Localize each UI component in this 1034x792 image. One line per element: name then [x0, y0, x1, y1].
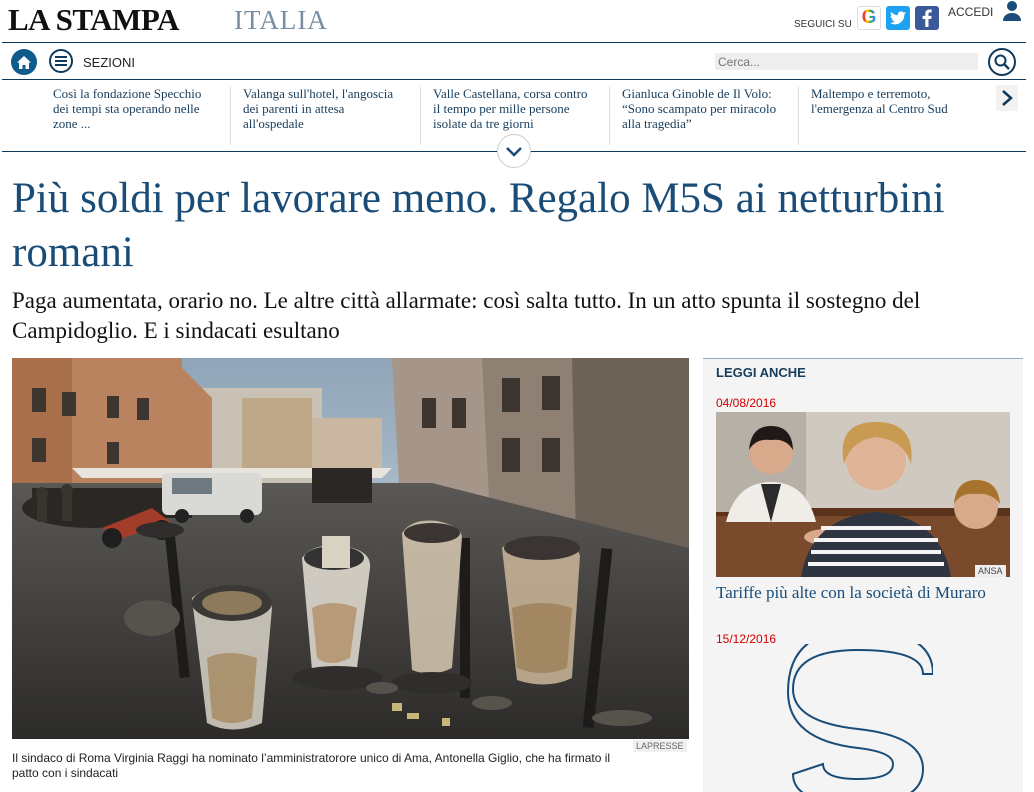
related-date: 04/08/2016: [716, 396, 777, 410]
ticker-item[interactable]: Valle Castellana, corsa contro il tempo …: [433, 86, 591, 131]
follow-label: SEGUICI SU: [794, 19, 852, 30]
site-logo[interactable]: LA STAMPA: [8, 2, 179, 38]
ticker-item[interactable]: Maltempo e terremoto, l'emergenza al Cen…: [811, 86, 981, 116]
photo-caption: Il sindaco di Roma Virginia Raggi ha nom…: [12, 751, 611, 780]
related-sidebar: LEGGI ANCHE 04/08/2016 ANSA Tariffe più …: [703, 358, 1023, 792]
search-icon: [994, 54, 1010, 70]
home-button[interactable]: [11, 49, 37, 75]
related-date: 15/12/2016: [716, 632, 777, 646]
ticker-divider: [230, 87, 231, 145]
hamburger-icon: [55, 56, 67, 66]
ticker-next-button[interactable]: [996, 85, 1018, 111]
ticker-divider: [420, 87, 421, 145]
masthead: LA STAMPA ITALIA SEGUICI SU G ACCEDI: [0, 0, 1034, 42]
article-photo[interactable]: [12, 358, 689, 739]
ticker-item[interactable]: Valanga sull'hotel, l'angoscia dei paren…: [243, 86, 408, 131]
facebook-icon[interactable]: [915, 6, 939, 30]
article-headline: Più soldi per lavorare meno. Regalo M5S …: [12, 175, 945, 276]
ticker-divider: [609, 87, 610, 145]
expand-ticker-button[interactable]: [497, 134, 531, 168]
article-subheadline: Paga aumentata, orario no. Le altre citt…: [12, 288, 921, 343]
home-icon: [17, 55, 31, 69]
ticker-item[interactable]: Così la fondazione Specchio dei tempi st…: [53, 86, 218, 131]
la-stampa-s-logo: [786, 644, 933, 792]
login-link[interactable]: ACCEDI: [948, 5, 993, 19]
ticker-divider: [798, 87, 799, 145]
section-title[interactable]: ITALIA: [234, 5, 328, 36]
chevron-down-icon: [506, 146, 522, 157]
user-icon[interactable]: [1002, 0, 1022, 22]
related-photo-credit: ANSA: [975, 565, 1006, 577]
sections-menu-label[interactable]: SEZIONI: [83, 55, 135, 70]
ticker-item[interactable]: Gianluca Ginoble de Il Volo: “Sono scamp…: [622, 86, 782, 131]
related-title: LEGGI ANCHE: [716, 365, 806, 380]
menu-button[interactable]: [49, 49, 73, 73]
twitter-icon[interactable]: [886, 6, 910, 30]
search-button[interactable]: [988, 48, 1016, 76]
search-input[interactable]: [715, 53, 978, 70]
chevron-right-icon: [1002, 90, 1013, 106]
photo-credit: LAPRESSE: [633, 740, 687, 752]
main-navbar: SEZIONI: [2, 42, 1026, 80]
related-thumbnail[interactable]: [716, 412, 1010, 577]
related-article-link[interactable]: Tariffe più alte con la società di Murar…: [716, 582, 996, 603]
google-icon[interactable]: G: [857, 6, 881, 30]
